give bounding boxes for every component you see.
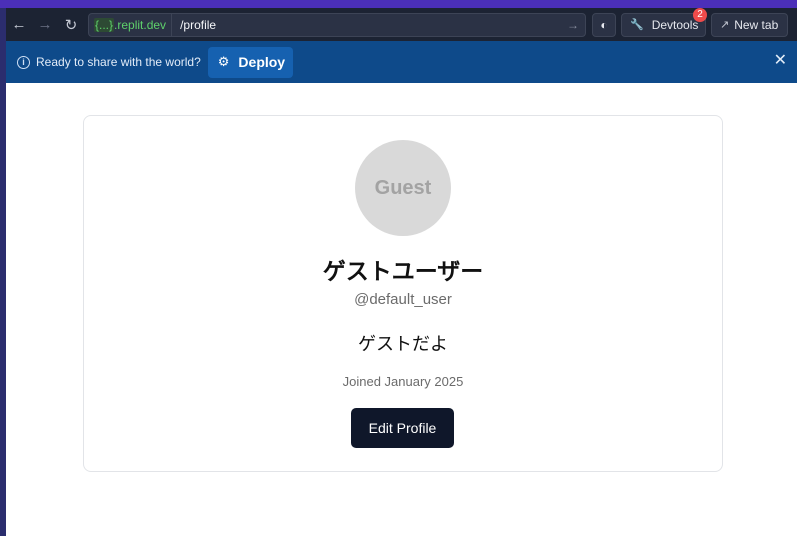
back-button[interactable]: ← (6, 12, 32, 38)
url-domain-suffix: .replit.dev (114, 17, 167, 32)
url-domain-prefix: {...} (94, 17, 115, 32)
joined-date: Joined January 2025 (342, 374, 464, 389)
external-link-icon: ↗ (720, 19, 730, 31)
forward-button[interactable]: → (32, 12, 58, 38)
deploy-button[interactable]: ⚙ Deploy (207, 46, 293, 78)
username: @default_user (354, 291, 452, 308)
new-tab-button[interactable]: ↗ New tab (711, 12, 788, 37)
wrench-icon: 🔧 (630, 19, 644, 31)
info-icon: i (17, 55, 30, 69)
new-tab-label: New tab (734, 17, 779, 32)
url-domain: {...} .replit.dev (89, 13, 173, 36)
arrow-right-icon: → (37, 16, 53, 33)
profile-card: Guest ゲストユーザー @default_user ゲストだよ Joined… (83, 115, 723, 472)
palette-icon: ◐ (600, 17, 608, 32)
theme-button[interactable]: ◐ (592, 12, 616, 37)
deploy-banner: i Ready to share with the world? ⚙ Deplo… (6, 41, 797, 83)
edit-profile-button[interactable]: Edit Profile (351, 408, 454, 448)
close-icon[interactable]: ✕ (774, 53, 787, 69)
arrow-left-icon: ← (11, 16, 27, 33)
bio: ゲストだよ (358, 334, 448, 355)
page-content: Guest ゲストユーザー @default_user ゲストだよ Joined… (6, 83, 797, 536)
devtools-label: Devtools (651, 17, 699, 32)
devtools-button[interactable]: 🔧 Devtools 2 (621, 7, 707, 37)
deploy-label: Deploy (238, 54, 286, 70)
browser-toolbar: ← → ↻ {...} .replit.dev /profile → ◐ 🔧 De… (6, 7, 797, 41)
deploy-icon: ⚙ (217, 54, 230, 69)
deploy-message: Ready to share with the world? (36, 55, 201, 69)
avatar: Guest (355, 140, 451, 236)
display-name: ゲストユーザー (322, 259, 484, 285)
url-bar[interactable]: {...} .replit.dev /profile → (88, 12, 586, 37)
browser-frame: ← → ↻ {...} .replit.dev /profile → ◐ 🔧 De… (0, 0, 797, 536)
url-path-input[interactable]: /profile (172, 18, 567, 32)
devtools-badge: 2 (693, 7, 707, 22)
window-top-strip (0, 0, 797, 8)
reload-button[interactable]: ↻ (58, 12, 84, 38)
go-arrow-icon[interactable]: → (567, 18, 585, 32)
reload-icon: ↻ (64, 16, 78, 34)
